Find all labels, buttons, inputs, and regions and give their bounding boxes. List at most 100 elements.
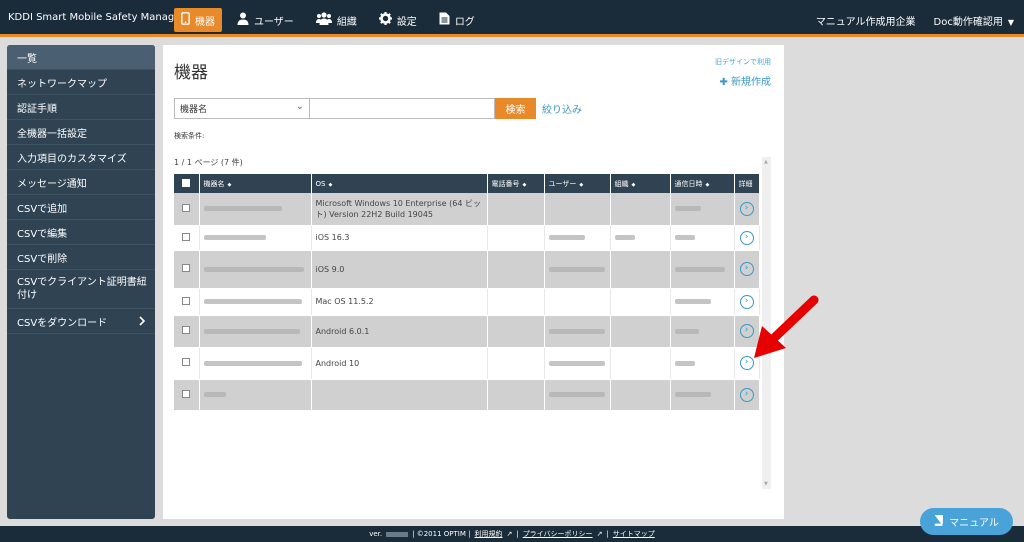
col-phone[interactable]: 電話番号 ◆ [487, 174, 545, 193]
row-checkbox-cell [174, 315, 200, 348]
sidebar-item-network-map[interactable]: ネットワークマップ [7, 70, 155, 95]
table-row: Android 10 › [174, 347, 760, 380]
row-checkbox-cell [174, 347, 200, 380]
redacted-text [203, 299, 302, 304]
organization-cell [610, 315, 671, 348]
sidebar-item-bulk-settings[interactable]: 全機器一括設定 [7, 120, 155, 145]
col-detail: 詳細 [734, 174, 760, 193]
col-label: ユーザー [548, 179, 577, 188]
filter-link[interactable]: 絞り込み [542, 101, 582, 116]
redacted-text [674, 206, 701, 212]
pager: 1 / 1 ページ (7 件) [174, 158, 243, 167]
row-checkbox[interactable] [182, 232, 191, 241]
search-input[interactable] [310, 98, 495, 119]
manual-button[interactable]: マニュアル [920, 508, 1013, 535]
sidebar-item-auth-procedure[interactable]: 認証手順 [7, 95, 155, 120]
detail-chevron-icon[interactable]: › [739, 201, 754, 216]
col-device-name[interactable]: 機器名 ◆ [199, 174, 312, 193]
row-checkbox[interactable] [182, 358, 191, 366]
organization-cell [610, 347, 671, 380]
top-bar: KDDI Smart Mobile Safety Manager 機器 ユーザー… [0, 0, 1024, 37]
nav-organization[interactable]: 組織 [309, 8, 364, 32]
table-row: Android 6.0.1 › [174, 315, 760, 348]
terms-link[interactable]: 利用規約 [474, 529, 502, 539]
col-os[interactable]: OS ◆ [311, 174, 488, 193]
search-row: 機器名 ⌄ 検索 絞り込み [174, 98, 582, 119]
sidebar-item-customize-fields[interactable]: 入力項目のカスタマイズ [7, 145, 155, 170]
redacted-text [203, 235, 266, 240]
user-cell [544, 193, 611, 226]
last-contact-cell [670, 379, 735, 411]
user-menu[interactable]: Doc動作確認用 ▼ [934, 13, 1014, 28]
col-label: 組織 [614, 179, 629, 188]
sidebar-item-csv-edit[interactable]: CSVで編集 [7, 220, 155, 245]
new-create-button[interactable]: ✚ 新規作成 [719, 73, 771, 88]
sidebar: 一覧 ネットワークマップ 認証手順 全機器一括設定 入力項目のカスタマイズ メッ… [7, 45, 155, 519]
col-last-contact[interactable]: 通信日時 ◆ [670, 174, 735, 193]
last-contact-cell [670, 347, 735, 380]
nav-organization-label: 組織 [336, 16, 357, 28]
nav-users-label: ユーザー [254, 16, 294, 28]
row-checkbox[interactable] [182, 264, 191, 272]
row-checkbox[interactable] [182, 389, 191, 398]
redacted-text [203, 328, 300, 334]
redacted-text [203, 206, 282, 212]
header-right: マニュアル作成用企業 Doc動作確認用 ▼ [816, 13, 1014, 28]
row-checkbox-cell [174, 193, 200, 226]
old-design-link[interactable]: 旧デザインで利用 [715, 57, 771, 67]
row-checkbox[interactable] [182, 296, 191, 305]
detail-chevron-icon[interactable]: › [739, 387, 754, 402]
select-all-checkbox[interactable] [182, 178, 191, 187]
nav-users[interactable]: ユーザー [230, 8, 301, 32]
sitemap-link[interactable]: サイトマップ [613, 529, 655, 539]
sidebar-item-list[interactable]: 一覧 [7, 45, 155, 70]
smartphone-icon [181, 12, 190, 28]
os-cell: Mac OS 11.5.2 [311, 288, 488, 316]
company-name[interactable]: マニュアル作成用企業 [816, 13, 916, 28]
sidebar-item-message-notify[interactable]: メッセージ通知 [7, 170, 155, 195]
row-checkbox[interactable] [182, 203, 191, 212]
sidebar-item-csv-cert[interactable]: CSVでクライアント証明書紐付け [7, 270, 155, 309]
new-create-label: 新規作成 [731, 77, 771, 88]
search-button[interactable]: 検索 [495, 98, 536, 119]
sidebar-item-label: CSVをダウンロード [17, 317, 108, 329]
gear-icon [378, 12, 392, 28]
scroll-down-icon[interactable]: ▼ [764, 481, 768, 487]
col-user[interactable]: ユーザー ◆ [544, 174, 611, 193]
col-label: 通信日時 [674, 179, 703, 188]
col-organization[interactable]: 組織 ◆ [610, 174, 671, 193]
nav-devices[interactable]: 機器 [174, 8, 222, 32]
sidebar-item-csv-download[interactable]: CSVをダウンロード [7, 309, 155, 334]
row-checkbox[interactable] [182, 326, 191, 334]
nav-log[interactable]: ログ [432, 8, 482, 32]
footer-separator: | [606, 530, 609, 538]
privacy-link[interactable]: プライバシーポリシー [523, 529, 593, 539]
manual-button-label: マニュアル [949, 518, 999, 529]
phone-cell [487, 250, 545, 289]
col-label: OS [315, 179, 326, 188]
scroll-up-icon[interactable]: ▲ [764, 159, 768, 165]
table-header: 機器名 ◆ OS ◆ 電話番号 ◆ ユーザー ◆ 組織 ◆ 通信日時 ◆ 詳細 [174, 174, 760, 193]
sort-icon: ◆ [227, 181, 232, 188]
book-icon [934, 514, 944, 529]
nav-settings[interactable]: 設定 [372, 8, 424, 32]
table-row: iOS 9.0 › [174, 250, 760, 289]
redacted-text [548, 392, 605, 397]
caret-down-icon: ▼ [1007, 18, 1014, 27]
sidebar-item-csv-add[interactable]: CSVで追加 [7, 195, 155, 220]
sidebar-item-csv-delete[interactable]: CSVで削除 [7, 245, 155, 270]
device-name-cell [199, 315, 312, 348]
copyright: | ©2011 OPTIM | [412, 530, 471, 538]
os-cell: iOS 16.3 [311, 225, 488, 251]
detail-chevron-icon[interactable]: › [739, 230, 754, 245]
redacted-text [674, 328, 699, 334]
table-row: › [174, 379, 760, 411]
redacted-text [203, 266, 304, 272]
search-field-select[interactable]: 機器名 ⌄ [174, 98, 310, 119]
device-name-cell [199, 379, 312, 411]
device-table: 機器名 ◆ OS ◆ 電話番号 ◆ ユーザー ◆ 組織 ◆ 通信日時 ◆ 詳細 Micros… [174, 174, 760, 411]
os-cell [311, 379, 488, 411]
version-redacted [386, 531, 409, 537]
detail-chevron-icon[interactable]: › [739, 262, 754, 276]
redacted-text [674, 266, 725, 272]
